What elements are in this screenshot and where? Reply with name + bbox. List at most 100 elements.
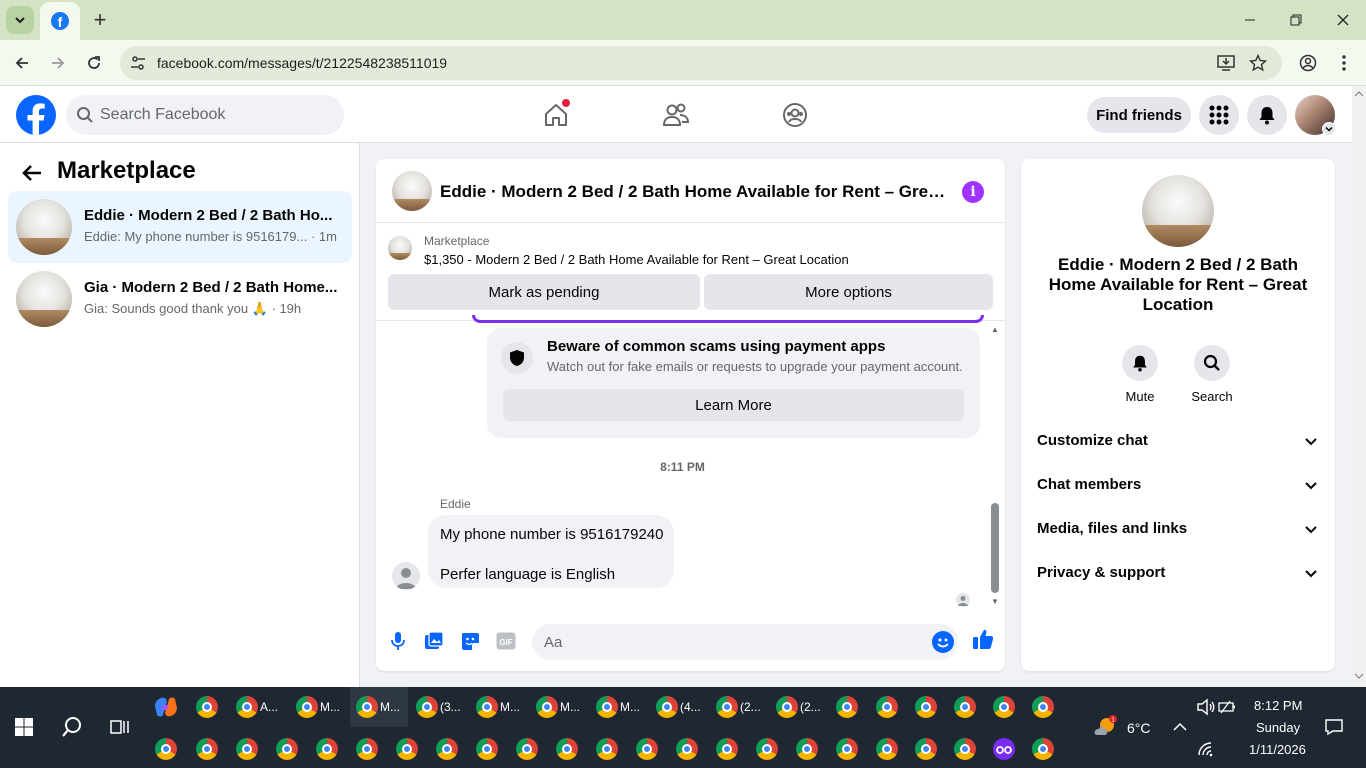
chat-avatar[interactable] — [392, 171, 432, 211]
chrome-taskbar-icon[interactable] — [353, 735, 381, 763]
more-options-button[interactable]: More options — [704, 274, 993, 310]
like-button[interactable] — [971, 627, 995, 651]
chrome-taskbar-icon[interactable] — [533, 693, 561, 721]
find-friends-button[interactable]: Find friends — [1087, 97, 1191, 133]
attach-photo-button[interactable] — [422, 629, 446, 653]
chrome-taskbar-icon[interactable] — [553, 735, 581, 763]
emoji-icon[interactable] — [932, 631, 954, 653]
scroll-down-arrow[interactable]: ▼ — [990, 597, 1000, 606]
home-nav-button[interactable] — [541, 99, 571, 130]
chrome-taskbar-icon[interactable] — [773, 693, 801, 721]
task-view-button[interactable] — [106, 713, 134, 741]
notification-center-button[interactable] — [1320, 713, 1348, 741]
profile-button[interactable] — [1296, 51, 1320, 75]
chrome-taskbar-icon[interactable] — [633, 735, 661, 763]
chrome-taskbar-icon[interactable] — [513, 735, 541, 763]
facebook-search-box[interactable] — [66, 95, 344, 135]
taskbar-search-button[interactable] — [58, 713, 86, 741]
weather-icon[interactable]: 1 — [1092, 713, 1120, 741]
incognito-app-icon[interactable] — [990, 735, 1018, 763]
chrome-taskbar-icon[interactable] — [873, 693, 901, 721]
account-chevron-icon[interactable] — [1322, 122, 1336, 136]
conversation-item[interactable]: Eddie · Modern 2 Bed / 2 Bath Ho... Eddi… — [8, 191, 352, 263]
privacy-support-section[interactable]: Privacy & support — [1021, 551, 1335, 595]
tab-search-button[interactable] — [6, 6, 34, 34]
copilot-taskbar-icon[interactable] — [152, 693, 180, 721]
sticker-button[interactable] — [458, 629, 482, 653]
chrome-taskbar-icon[interactable] — [951, 693, 979, 721]
install-app-icon[interactable] — [1216, 53, 1236, 73]
back-arrow-button[interactable] — [20, 161, 44, 185]
clock-date[interactable]: 1/11/2026 — [1249, 742, 1306, 757]
chrome-taskbar-icon[interactable] — [833, 693, 861, 721]
chrome-taskbar-icon[interactable] — [990, 693, 1018, 721]
chrome-taskbar-icon[interactable] — [593, 693, 621, 721]
url-text[interactable]: facebook.com/messages/t/2122548238511019 — [157, 55, 447, 71]
messages-scroll-thumb[interactable] — [991, 503, 999, 593]
search-facebook-input[interactable] — [100, 95, 330, 135]
show-hidden-icons-button[interactable] — [1166, 713, 1194, 741]
restore-button[interactable] — [1284, 8, 1308, 32]
chrome-taskbar-icon[interactable] — [1029, 735, 1057, 763]
chrome-taskbar-icon[interactable] — [233, 735, 261, 763]
chrome-taskbar-icon[interactable] — [273, 735, 301, 763]
learn-more-button[interactable]: Learn More — [503, 389, 964, 421]
mark-as-pending-button[interactable]: Mark as pending — [388, 274, 700, 310]
conversation-item[interactable]: Gia · Modern 2 Bed / 2 Bath Home... Gia:… — [8, 263, 352, 335]
chrome-taskbar-icon[interactable] — [873, 735, 901, 763]
chrome-taskbar-icon[interactable] — [152, 735, 180, 763]
chrome-taskbar-icon[interactable] — [473, 693, 501, 721]
chrome-taskbar-icon[interactable] — [713, 693, 741, 721]
battery-icon[interactable] — [1214, 693, 1242, 721]
friends-nav-button[interactable] — [661, 100, 691, 130]
chrome-taskbar-icon[interactable] — [1029, 693, 1057, 721]
weather-temperature[interactable]: 6°C — [1127, 720, 1151, 736]
chat-members-section[interactable]: Chat members — [1021, 463, 1335, 507]
chrome-taskbar-icon[interactable] — [393, 735, 421, 763]
minimize-button[interactable] — [1238, 8, 1262, 32]
facebook-logo-icon[interactable] — [16, 95, 56, 135]
chrome-taskbar-icon[interactable] — [673, 735, 701, 763]
chrome-taskbar-icon[interactable] — [293, 693, 321, 721]
new-tab-button[interactable]: + — [88, 7, 112, 32]
chat-title[interactable]: Eddie · Modern 2 Bed / 2 Bath Home Avail… — [440, 182, 950, 202]
wifi-icon[interactable] — [1192, 735, 1220, 763]
voice-clip-button[interactable] — [386, 629, 410, 653]
gif-button[interactable]: GIF — [494, 629, 518, 653]
clock-time[interactable]: 8:12 PM — [1254, 698, 1302, 713]
browser-tab-facebook[interactable]: f — [40, 2, 80, 40]
media-files-links-section[interactable]: Media, files and links — [1021, 507, 1335, 551]
chrome-taskbar-icon[interactable] — [313, 735, 341, 763]
groups-nav-button[interactable] — [780, 100, 810, 130]
listing-title[interactable]: $1,350 - Modern 2 Bed / 2 Bath Home Avai… — [424, 252, 849, 267]
chrome-taskbar-icon[interactable] — [833, 735, 861, 763]
listing-avatar[interactable] — [1142, 175, 1214, 247]
chrome-taskbar-icon[interactable] — [951, 735, 979, 763]
chrome-taskbar-icon[interactable] — [753, 735, 781, 763]
chrome-taskbar-icon[interactable] — [473, 735, 501, 763]
chrome-taskbar-icon[interactable] — [793, 735, 821, 763]
customize-chat-section[interactable]: Customize chat — [1021, 419, 1335, 463]
chrome-taskbar-icon[interactable] — [433, 735, 461, 763]
sender-avatar[interactable] — [392, 562, 420, 590]
back-button[interactable] — [10, 51, 34, 75]
clock-day[interactable]: Sunday — [1256, 720, 1300, 735]
conversation-info-icon[interactable]: i — [962, 181, 984, 203]
notifications-button[interactable] — [1247, 95, 1287, 135]
chrome-taskbar-icon[interactable] — [912, 735, 940, 763]
chrome-taskbar-icon[interactable] — [353, 693, 381, 721]
message-composer[interactable] — [532, 624, 958, 660]
message-input[interactable] — [544, 624, 914, 660]
search-in-conversation-button[interactable]: Search — [1182, 345, 1242, 404]
chrome-taskbar-icon[interactable] — [653, 693, 681, 721]
menu-button[interactable] — [1199, 95, 1239, 135]
chrome-taskbar-icon[interactable] — [713, 735, 741, 763]
site-settings-icon[interactable] — [128, 53, 148, 73]
browser-menu-button[interactable] — [1332, 51, 1356, 75]
chrome-taskbar-icon[interactable] — [912, 693, 940, 721]
address-bar[interactable]: facebook.com/messages/t/2122548238511019 — [120, 46, 1282, 80]
chrome-taskbar-icon[interactable] — [193, 693, 221, 721]
chrome-taskbar-icon[interactable] — [593, 735, 621, 763]
bookmark-star-icon[interactable] — [1248, 53, 1268, 73]
chrome-taskbar-icon[interactable] — [233, 693, 261, 721]
